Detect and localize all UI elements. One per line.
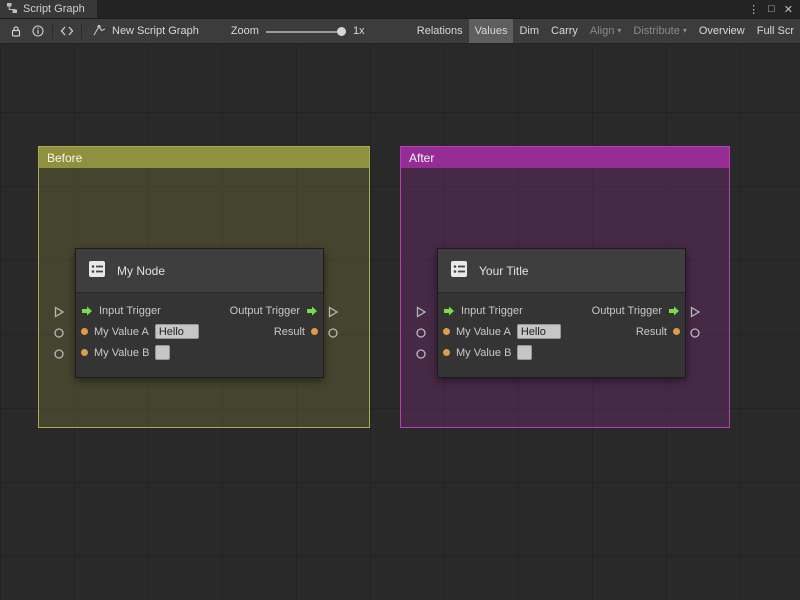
- value-a-field[interactable]: [155, 324, 199, 339]
- tab-script-graph[interactable]: Script Graph: [0, 0, 97, 18]
- code-brackets-icon[interactable]: [56, 19, 78, 44]
- node-body: Input Trigger Output Trigger My Value A …: [438, 293, 685, 377]
- values-button[interactable]: Values: [469, 19, 514, 44]
- graph-file-icon: [93, 24, 106, 39]
- flow-input-port[interactable]: [443, 305, 455, 317]
- toolbar-separator: [52, 24, 53, 39]
- node-title: My Node: [117, 264, 165, 278]
- toolbar-toggle-buttons: Relations Values Dim Carry Align▾ Distri…: [411, 19, 800, 44]
- flow-output-port[interactable]: [668, 305, 680, 317]
- chevron-down-icon: ▾: [617, 27, 621, 35]
- zoom-value: 1x: [353, 25, 365, 37]
- port-row: My Value A Result: [438, 321, 685, 342]
- value-b-field[interactable]: [517, 345, 532, 360]
- external-value-port-circle[interactable]: [689, 326, 701, 338]
- node-my-node[interactable]: My Node Input Trigger Output Trigger: [75, 248, 324, 378]
- port-label: Result: [636, 326, 667, 338]
- titlebar: Script Graph ⋮ □ ✕: [0, 0, 800, 19]
- lock-icon[interactable]: [5, 19, 27, 44]
- flow-input-port[interactable]: [81, 305, 93, 317]
- port-row: My Value A Result: [76, 321, 323, 342]
- toolbar-separator: [81, 24, 82, 39]
- external-value-port-circle[interactable]: [53, 326, 65, 338]
- close-icon[interactable]: ✕: [784, 3, 793, 16]
- port-label: My Value A: [94, 326, 149, 338]
- unit-icon: [448, 258, 470, 283]
- port-row: Input Trigger Output Trigger: [76, 300, 323, 321]
- maximize-icon[interactable]: □: [768, 3, 775, 15]
- external-value-port-circle[interactable]: [327, 326, 339, 338]
- node-title: Your Title: [479, 264, 529, 278]
- script-graph-tab-icon: [6, 2, 18, 17]
- kebab-menu-icon[interactable]: ⋮: [748, 3, 759, 16]
- port-row: My Value B: [76, 342, 323, 363]
- value-input-port[interactable]: [443, 349, 450, 356]
- graph-canvas[interactable]: Before After My Node Input Trigger: [0, 44, 800, 600]
- node-your-title-header[interactable]: Your Title: [438, 249, 685, 293]
- port-row: My Value B: [438, 342, 685, 363]
- zoom-slider[interactable]: [266, 19, 346, 44]
- external-flow-port-triangle[interactable]: [327, 305, 339, 317]
- port-label: My Value B: [456, 347, 511, 359]
- external-flow-port-triangle[interactable]: [689, 305, 701, 317]
- port-label: Input Trigger: [461, 305, 523, 317]
- flow-output-port[interactable]: [306, 305, 318, 317]
- value-input-port[interactable]: [81, 349, 88, 356]
- unity-graph-window: Script Graph ⋮ □ ✕ New Script Graph Zoom: [0, 0, 800, 600]
- group-after-header[interactable]: After: [401, 147, 729, 168]
- graph-toolbar: New Script Graph Zoom 1x Relations Value…: [0, 19, 800, 44]
- chevron-down-icon: ▾: [683, 27, 687, 35]
- carry-button[interactable]: Carry: [545, 19, 584, 44]
- external-value-port-circle[interactable]: [415, 347, 427, 359]
- port-label: Output Trigger: [230, 305, 300, 317]
- unit-icon: [86, 258, 108, 283]
- dim-button[interactable]: Dim: [513, 19, 545, 44]
- port-label: My Value B: [94, 347, 149, 359]
- node-your-title[interactable]: Your Title Input Trigger Output Trigger: [437, 248, 686, 378]
- value-a-field[interactable]: [517, 324, 561, 339]
- value-input-port[interactable]: [81, 328, 88, 335]
- new-script-graph-button[interactable]: New Script Graph: [85, 19, 207, 44]
- value-output-port[interactable]: [311, 328, 318, 335]
- node-body: Input Trigger Output Trigger My Value A …: [76, 293, 323, 377]
- distribute-dropdown[interactable]: Distribute▾: [627, 19, 692, 44]
- value-b-field[interactable]: [155, 345, 170, 360]
- external-value-port-circle[interactable]: [53, 347, 65, 359]
- align-dropdown[interactable]: Align▾: [584, 19, 627, 44]
- new-script-graph-label: New Script Graph: [112, 25, 199, 37]
- zoom-slider-track: [266, 31, 346, 33]
- tab-title: Script Graph: [23, 3, 85, 15]
- port-label: Output Trigger: [592, 305, 662, 317]
- group-before-header[interactable]: Before: [39, 147, 369, 168]
- relations-button[interactable]: Relations: [411, 19, 469, 44]
- value-output-port[interactable]: [673, 328, 680, 335]
- window-controls: ⋮ □ ✕: [748, 0, 800, 18]
- info-icon[interactable]: [27, 19, 49, 44]
- port-label: Result: [274, 326, 305, 338]
- overview-button[interactable]: Overview: [693, 19, 751, 44]
- value-input-port[interactable]: [443, 328, 450, 335]
- port-label: My Value A: [456, 326, 511, 338]
- external-flow-port-triangle[interactable]: [415, 305, 427, 317]
- external-flow-port-triangle[interactable]: [53, 305, 65, 317]
- port-label: Input Trigger: [99, 305, 161, 317]
- zoom-slider-knob[interactable]: [337, 27, 346, 36]
- node-my-node-header[interactable]: My Node: [76, 249, 323, 293]
- external-value-port-circle[interactable]: [415, 326, 427, 338]
- port-row: Input Trigger Output Trigger: [438, 300, 685, 321]
- zoom-label: Zoom: [231, 25, 259, 37]
- full-screen-button[interactable]: Full Scr: [751, 19, 800, 44]
